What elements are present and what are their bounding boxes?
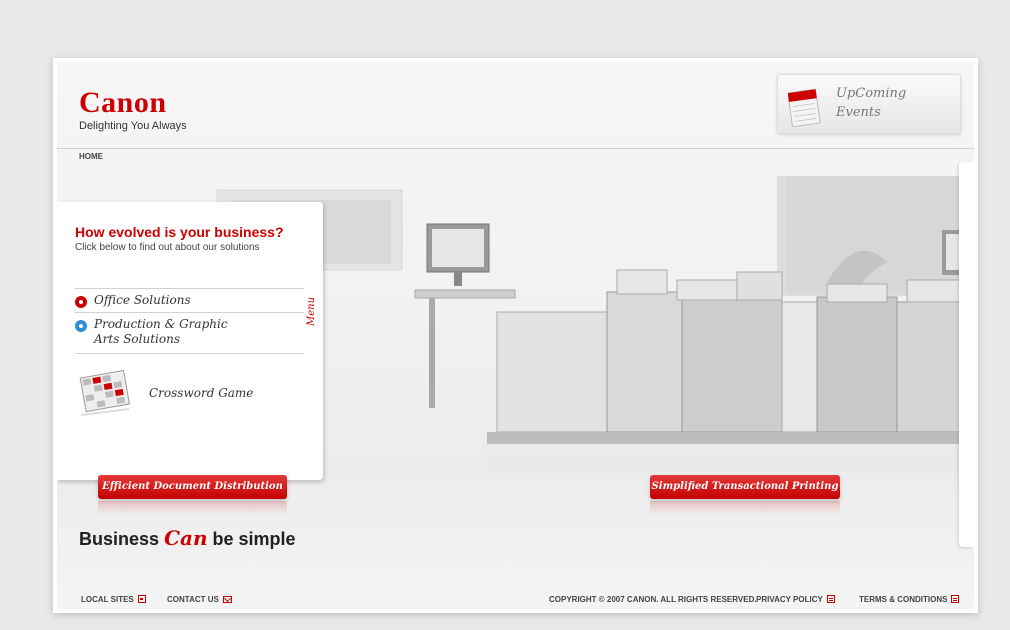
radio-bullet-icon [75, 320, 87, 332]
menu-item-label-line1: Production & Graphic [94, 317, 228, 331]
page-area: Canon Delighting You Always UpComing Eve… [57, 62, 974, 609]
menu-item-label-line2: Arts Solutions [94, 332, 180, 346]
slogan-reflection-text: Business [79, 534, 160, 546]
panel-subtitle: Click below to find out about our soluti… [75, 242, 260, 253]
crossword-grid-icon[interactable] [77, 366, 133, 418]
footer-local-sites[interactable]: LOCAL SITES [81, 595, 146, 604]
copyright-text: COPYRIGHT © 2007 CANON. ALL RIGHTS RESER… [549, 595, 757, 604]
efficient-document-distribution-button[interactable]: Efficient Document Distribution [98, 475, 287, 515]
footer-terms[interactable]: TERMS & CONDITIONS [859, 595, 960, 604]
panel-title: How evolved is your business? [75, 224, 284, 240]
slogan-can: Can [164, 526, 208, 550]
footer-contact-us[interactable]: CONTACT US [167, 595, 232, 604]
breadcrumb-home[interactable]: HOME [79, 152, 103, 161]
local-sites-link[interactable]: LOCAL SITES [81, 595, 134, 604]
header-divider [57, 148, 974, 149]
simplified-transactional-printing-button[interactable]: Simplified Transactional Printing [650, 475, 840, 515]
document-icon [951, 595, 960, 603]
menu-item-office-solutions[interactable]: Office Solutions [75, 288, 304, 312]
mail-icon [222, 596, 232, 603]
calendar-icon [788, 88, 821, 127]
slogan-be-simple: be simple [212, 529, 296, 549]
solutions-menu-panel: How evolved is your business? Click belo… [57, 202, 323, 480]
crossword-game-link[interactable]: Crossword Game [149, 386, 253, 400]
right-panel-edge [959, 162, 974, 547]
external-link-icon [137, 595, 146, 603]
radio-bullet-icon [75, 296, 87, 308]
events-label-line1: UpComing [836, 86, 907, 101]
menu-item-production-graphic[interactable]: Production & Graphic Arts Solutions [75, 312, 304, 354]
site-frame: Canon Delighting You Always UpComing Eve… [53, 58, 978, 613]
upcoming-events-button[interactable]: UpComing Events [777, 74, 961, 134]
menu-item-label: Office Solutions [94, 293, 191, 307]
footer-privacy-policy[interactable]: PRIVACY POLICY [756, 595, 835, 604]
menu-tab[interactable]: Menu [306, 297, 317, 326]
privacy-policy-link[interactable]: PRIVACY POLICY [756, 595, 823, 604]
canon-logo[interactable]: Canon [79, 86, 167, 120]
slogan-reflection: Business [79, 533, 159, 546]
events-label-line2: Events [836, 105, 881, 120]
tagline: Delighting You Always [79, 120, 187, 132]
contact-us-link[interactable]: CONTACT US [167, 595, 219, 604]
document-icon [826, 595, 835, 603]
terms-conditions-link[interactable]: TERMS & CONDITIONS [859, 595, 947, 604]
